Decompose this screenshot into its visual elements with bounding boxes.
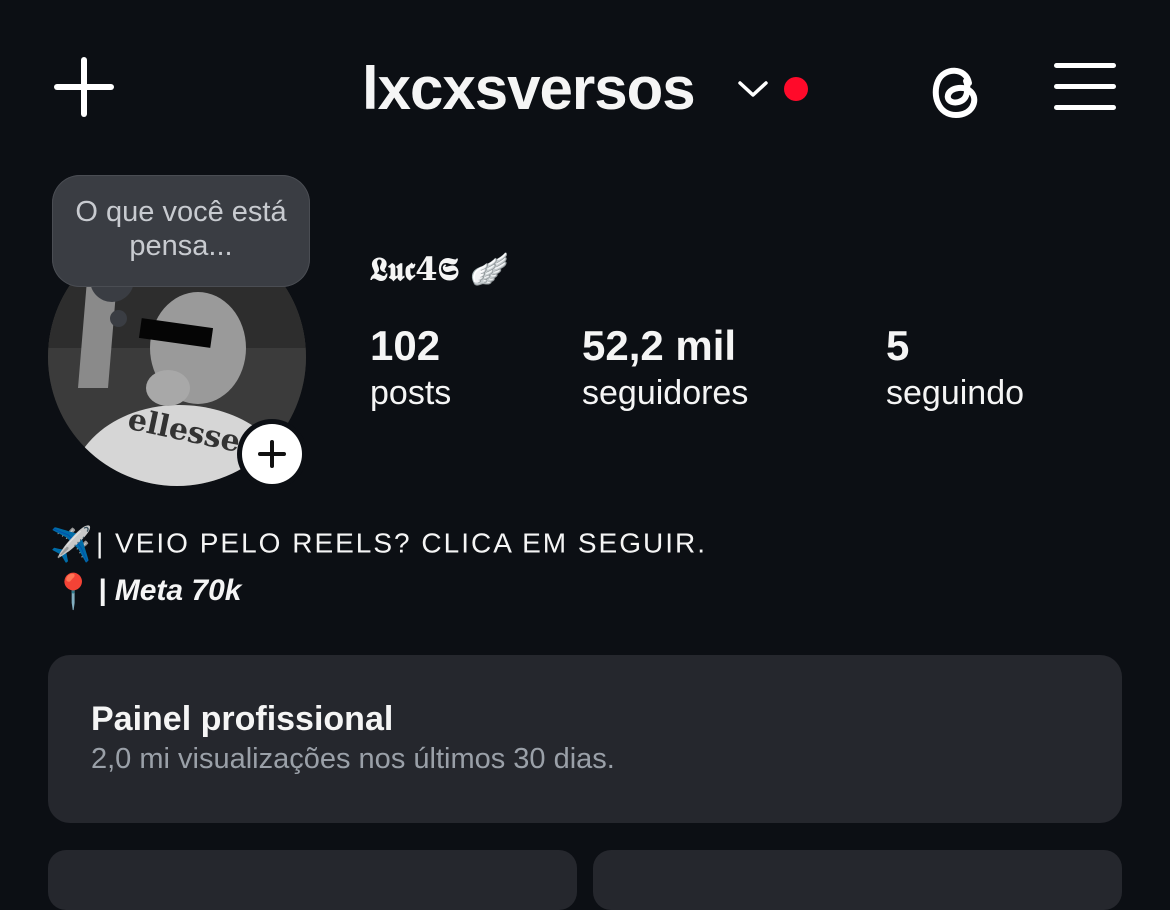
account-username[interactable]: lxcxsversos — [362, 52, 696, 126]
bio-line-1-text: | VEIO PELO REELS? CLICA EM SEGUIR. — [96, 527, 708, 559]
bio-line-1: ✈️| VEIO PELO REELS? CLICA EM SEGUIR. — [50, 525, 707, 565]
display-name: 𝕷𝖚𝖈4𝕾 🪽 — [370, 250, 510, 288]
create-button[interactable] — [50, 56, 118, 120]
following-count[interactable]: 5 — [886, 322, 909, 370]
note-text: O que você está pensa... — [75, 196, 287, 262]
dashboard-subtitle: 2,0 mi visualizações nos últimos 30 dias… — [91, 743, 615, 775]
profile-action-button-left[interactable] — [48, 850, 577, 910]
posts-label[interactable]: posts — [370, 374, 451, 413]
bio-line-2: 📍 | Meta 70k — [52, 572, 241, 612]
pin-icon: 📍 — [52, 573, 95, 611]
threads-icon[interactable] — [922, 55, 986, 125]
profile-action-button-right[interactable] — [593, 850, 1122, 910]
plus-icon — [242, 424, 302, 484]
bio-line-2-text: | Meta 70k — [98, 573, 242, 607]
followers-label[interactable]: seguidores — [582, 374, 748, 413]
dashboard-title: Painel profissional — [91, 700, 394, 738]
chevron-down-icon[interactable] — [736, 74, 770, 104]
airplane-icon: ✈️ — [50, 526, 95, 564]
note-bubble-dot — [110, 310, 127, 327]
followers-count[interactable]: 52,2 mil — [582, 322, 736, 370]
posts-count[interactable]: 102 — [370, 322, 440, 370]
hamburger-menu-icon[interactable] — [1054, 61, 1118, 113]
add-story-button[interactable] — [237, 419, 307, 489]
professional-dashboard-card[interactable] — [48, 655, 1122, 823]
following-label[interactable]: seguindo — [886, 374, 1024, 413]
notification-dot — [784, 77, 808, 101]
